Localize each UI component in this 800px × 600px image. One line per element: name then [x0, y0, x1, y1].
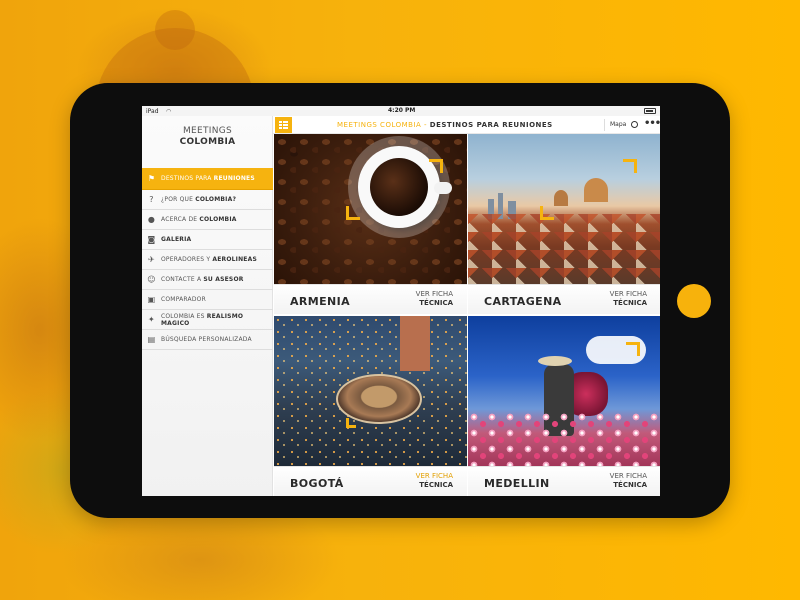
- coffee-cup: [348, 136, 452, 238]
- camera-icon: ◙: [147, 235, 156, 244]
- page-title: MEETINGS COLOMBIA - DESTINOS PARA REUNIO…: [337, 121, 553, 129]
- corner-accent-icon: [540, 206, 554, 220]
- tile-caption: CARTAGENA VER FICHA TÉCNICA: [468, 284, 660, 314]
- location-target-icon[interactable]: [631, 121, 638, 128]
- sidebar-item-label: ¿POR QUE COLOMBIA?: [161, 196, 237, 203]
- ver-ficha-link[interactable]: VER FICHA TÉCNICA: [610, 290, 647, 308]
- sidebar-item-busqueda[interactable]: ▤ BÚSQUEDA PERSONALIZADA: [142, 330, 273, 350]
- background-tower: [155, 10, 195, 50]
- hat: [538, 356, 572, 366]
- sidebar-item-label: GALERIA: [161, 236, 192, 243]
- sidebar-item-comparador[interactable]: ▣ COMPARADOR: [142, 290, 273, 310]
- sidebar-item-realismo[interactable]: ✦ COLOMBIA ES REALISMO MAGICO: [142, 310, 273, 330]
- ver-ficha-link[interactable]: VER FICHA TÉCNICA: [416, 472, 453, 490]
- corner-accent-icon: [429, 159, 443, 173]
- ver-ficha-link[interactable]: VER FICHA TÉCNICA: [610, 472, 647, 490]
- corner-accent-icon: [626, 342, 640, 356]
- destination-tile-bogota[interactable]: BOGOTÁ VER FICHA TÉCNICA: [274, 316, 467, 496]
- ver-ficha-link[interactable]: VER FICHA TÉCNICA: [416, 290, 453, 308]
- sidebar-item-label: CONTACTE A SU ASESOR: [161, 276, 244, 283]
- city-name: ARMENIA: [290, 295, 351, 308]
- person-icon: ☺: [147, 275, 156, 284]
- status-bar: iPad ◠ 4:20 PM: [142, 106, 660, 116]
- corner-accent-icon: [346, 418, 356, 428]
- divider: [604, 119, 605, 131]
- wifi-icon: ◠: [166, 107, 172, 115]
- tablet-home-button[interactable]: [677, 284, 711, 318]
- armenia-photo: [274, 134, 467, 284]
- battery-icon: [644, 108, 656, 114]
- sidebar-item-label: OPERADORES Y AEROLINEAS: [161, 256, 257, 263]
- bird-icon: ✦: [148, 315, 155, 324]
- search-list-icon: ▤: [147, 335, 156, 344]
- church-dome: [554, 190, 568, 206]
- map-link[interactable]: Mapa: [610, 121, 626, 128]
- sidebar-item-label: COMPARADOR: [161, 296, 206, 303]
- destination-tile-cartagena[interactable]: CARTAGENA VER FICHA TÉCNICA: [468, 134, 660, 314]
- app-logo: MEETINGS COLOMBIA: [142, 126, 273, 148]
- cathedral-dome: [584, 178, 608, 202]
- flower-field: [468, 411, 660, 466]
- city-name: CARTAGENA: [484, 295, 562, 308]
- city-name: MEDELLIN: [484, 477, 550, 490]
- info-icon: ●: [147, 215, 156, 224]
- sidebar-item-por-que[interactable]: ? ¿POR QUE COLOMBIA?: [142, 190, 273, 210]
- sidebar-item-label: ACERCA DE COLOMBIA: [161, 216, 237, 223]
- bullring-arena: [336, 374, 422, 424]
- sidebar: MEETINGS COLOMBIA ⚑ DESTINOS PARA REUNIO…: [142, 116, 273, 496]
- plane-icon: ✈: [148, 255, 155, 264]
- corner-accent-icon: [346, 206, 360, 220]
- sidebar-item-label: COLOMBIA ES REALISMO MAGICO: [161, 312, 244, 327]
- corner-accent-icon: [623, 159, 637, 173]
- sidebar-item-label: BÚSQUEDA PERSONALIZADA: [161, 336, 252, 343]
- tile-caption: ARMENIA VER FICHA TÉCNICA: [274, 284, 467, 314]
- status-time: 4:20 PM: [388, 107, 416, 114]
- compare-icon: ▣: [147, 295, 156, 304]
- question-icon: ?: [149, 195, 154, 204]
- sidebar-item-label: DESTINOS PARA REUNIONES: [161, 175, 255, 182]
- bogota-photo: [274, 316, 467, 466]
- device-label: iPad: [146, 107, 159, 115]
- top-bar: MEETINGS COLOMBIA - DESTINOS PARA REUNIO…: [273, 116, 660, 134]
- more-options-button[interactable]: •••: [644, 118, 660, 129]
- grid-icon: [279, 121, 288, 129]
- colonial-roofs: [468, 214, 660, 284]
- grid-menu-button[interactable]: [275, 117, 292, 133]
- sidebar-item-operadores[interactable]: ✈ OPERADORES Y AEROLINEAS: [142, 250, 273, 270]
- tablet-screen: iPad ◠ 4:20 PM MEETINGS COLOMBIA ⚑ DESTI…: [142, 106, 660, 496]
- sidebar-menu: ⚑ DESTINOS PARA REUNIONES ? ¿POR QUE COL…: [142, 168, 273, 350]
- sidebar-item-acerca[interactable]: ● ACERCA DE COLOMBIA: [142, 210, 273, 230]
- sidebar-item-destinos[interactable]: ⚑ DESTINOS PARA REUNIONES: [142, 168, 273, 190]
- brand-line-1: MEETINGS: [182, 126, 233, 136]
- sidebar-item-contacte[interactable]: ☺ CONTACTE A SU ASESOR: [142, 270, 273, 290]
- map-marker-icon: ⚑: [147, 174, 156, 183]
- brand-line-2: COLOMBIA: [179, 137, 236, 147]
- medellin-photo: [468, 316, 660, 466]
- destination-tile-medellin[interactable]: MEDELLIN VER FICHA TÉCNICA: [468, 316, 660, 496]
- cartagena-photo: [468, 134, 660, 284]
- sidebar-item-galeria[interactable]: ◙ GALERIA: [142, 230, 273, 250]
- tile-caption: BOGOTÁ VER FICHA TÉCNICA: [274, 466, 467, 496]
- city-name: BOGOTÁ: [290, 477, 344, 490]
- tile-caption: MEDELLIN VER FICHA TÉCNICA: [468, 466, 660, 496]
- tower-building: [400, 316, 430, 371]
- destination-tile-armenia[interactable]: ARMENIA VER FICHA TÉCNICA: [274, 134, 467, 314]
